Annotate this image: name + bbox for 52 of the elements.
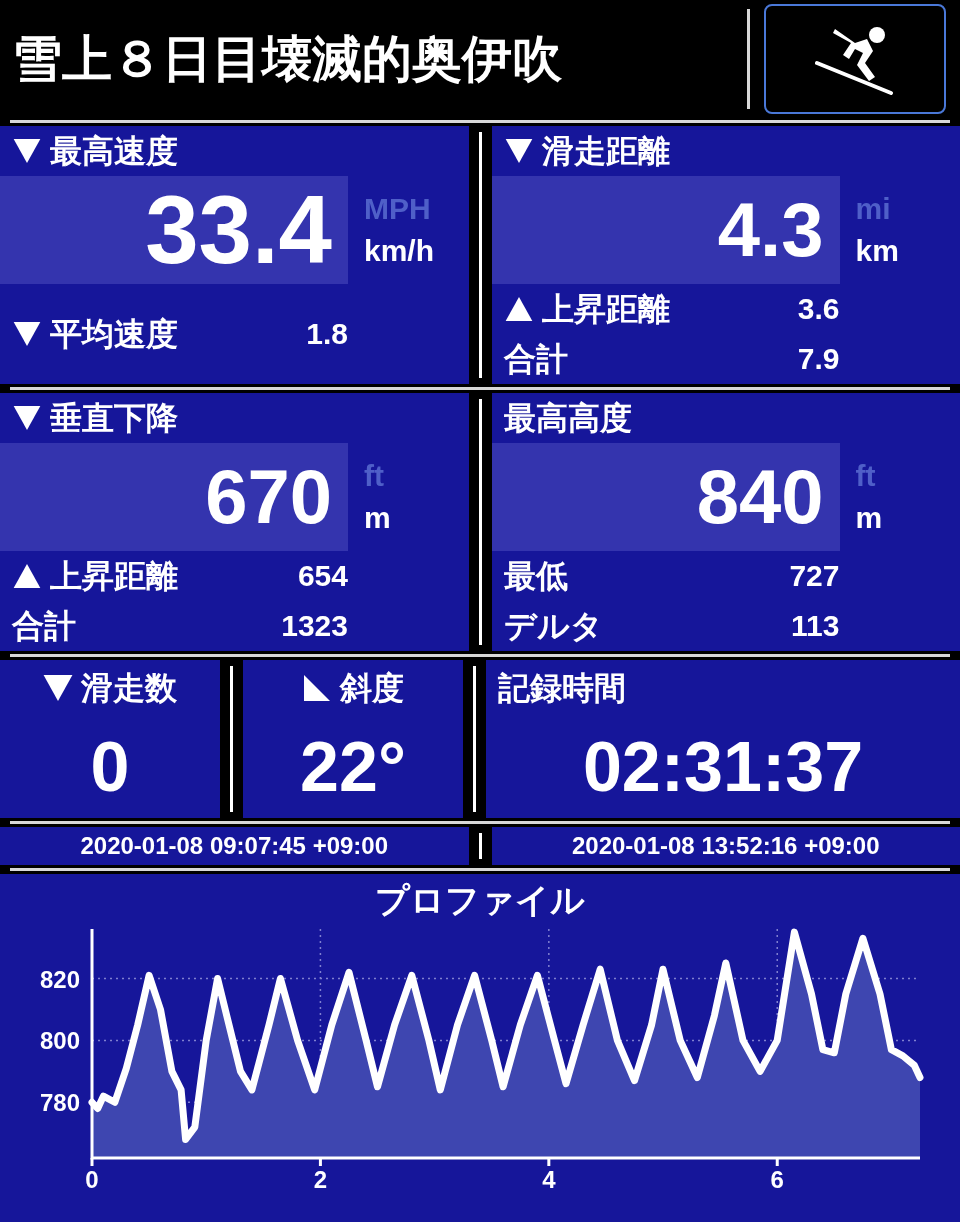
- slope-icon: [302, 675, 332, 701]
- activity-button[interactable]: [764, 3, 946, 114]
- x-tick-label: 4: [542, 1166, 556, 1193]
- timestamp: 2020-01-08 09:07:45 +09:00: [80, 834, 389, 858]
- down-triangle-icon: [12, 406, 42, 430]
- y-tick-label: 820: [39, 965, 80, 993]
- down-triangle-icon: [12, 322, 42, 346]
- down-triangle-icon: [43, 675, 73, 701]
- panel-title: 垂直下降: [50, 402, 178, 434]
- x-tick-label: 0: [85, 1166, 99, 1193]
- stat-label: 上昇距離: [541, 293, 670, 325]
- timestamp: 2020-01-08 13:52:16 +09:00: [571, 834, 880, 858]
- panel-title: 滑走距離: [541, 135, 670, 167]
- metric-value: 840: [696, 459, 824, 535]
- unit-option[interactable]: m: [855, 503, 883, 533]
- counter-value: 0: [90, 732, 130, 802]
- panel-title: 記録時間: [498, 672, 626, 704]
- down-triangle-icon: [503, 139, 534, 163]
- x-tick-label: 2: [313, 1166, 328, 1193]
- y-tick-label: 800: [39, 1027, 80, 1055]
- stat-value: 7.9: [797, 344, 840, 374]
- stat-value: 1323: [281, 611, 348, 641]
- y-tick-label: 780: [39, 1089, 80, 1117]
- counter-value: 02:31:37: [582, 732, 864, 802]
- page-title: 雪上８日目壊滅的奥伊吹: [11, 33, 563, 84]
- unit-option[interactable]: km/h: [364, 236, 435, 266]
- unit-option[interactable]: m: [364, 503, 391, 533]
- stat-label: 最低: [503, 560, 568, 592]
- stat-label: デルタ: [503, 610, 603, 642]
- stat-value: 727: [789, 561, 840, 591]
- metric-value: 4.3: [717, 192, 824, 268]
- stat-label: 上昇距離: [50, 560, 178, 592]
- unit-option[interactable]: km: [855, 236, 899, 266]
- chart-title: プロファイル: [375, 883, 585, 917]
- stat-label: 合計: [12, 610, 76, 642]
- counter-value: 22°: [300, 732, 406, 802]
- stat-label: 平均速度: [50, 318, 178, 350]
- panel-title: 斜度: [340, 672, 404, 704]
- metric-value: 670: [205, 459, 332, 535]
- stat-label: 合計: [503, 343, 568, 375]
- down-triangle-icon: [12, 139, 42, 163]
- stat-value: 1.8: [306, 319, 348, 349]
- x-tick-label: 6: [770, 1166, 784, 1193]
- stat-value: 113: [791, 611, 840, 641]
- panel-title: 最高速度: [50, 135, 178, 167]
- stat-value: 654: [297, 561, 348, 591]
- up-triangle-icon: [503, 297, 534, 321]
- panel-title: 最高高度: [503, 402, 632, 434]
- metric-value: 33.4: [145, 182, 332, 278]
- stat-value: 3.6: [797, 294, 840, 324]
- up-triangle-icon: [12, 564, 42, 588]
- panel-title: 滑走数: [81, 672, 177, 704]
